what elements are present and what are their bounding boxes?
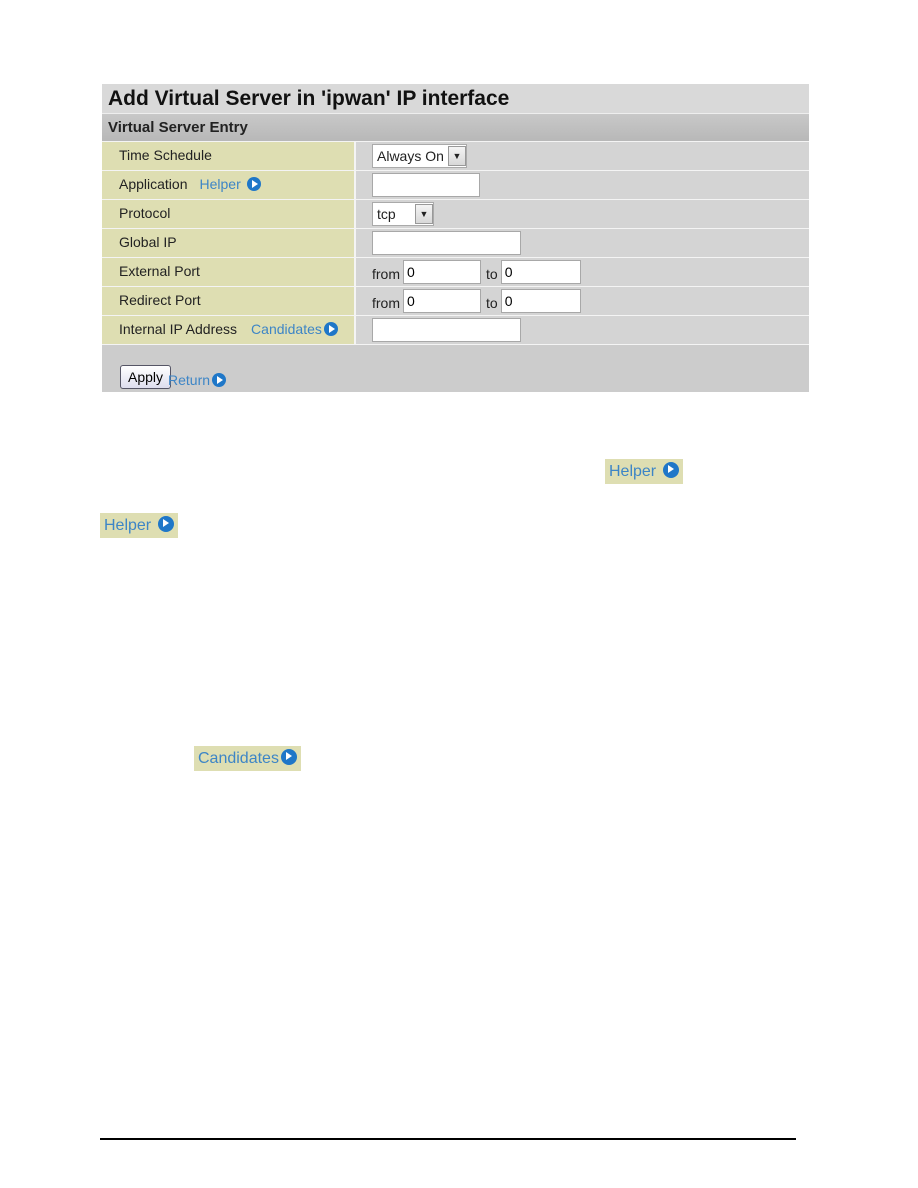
- row-protocol: Protocol tcp ▼: [102, 199, 809, 228]
- virtual-server-form: Add Virtual Server in 'ipwan' IP interfa…: [102, 84, 809, 392]
- arrow-right-icon: [662, 462, 679, 478]
- label: Time Schedule: [102, 142, 356, 170]
- section-header: Virtual Server Entry: [102, 114, 809, 141]
- candidates-link[interactable]: Candidates: [251, 321, 338, 337]
- row-global-ip: Global IP: [102, 228, 809, 257]
- helper-link[interactable]: Helper: [200, 176, 261, 192]
- redirect-port-to-input[interactable]: [500, 289, 581, 313]
- label: Application: [119, 176, 188, 192]
- row-external-port: External Port from to: [102, 257, 809, 286]
- link-text: Helper: [199, 176, 241, 192]
- callout-text: Helper: [609, 463, 657, 480]
- return-link[interactable]: Return: [168, 372, 227, 388]
- candidates-callout: Candidates: [194, 746, 301, 771]
- label: Protocol: [102, 200, 356, 228]
- to-label: to: [486, 295, 498, 311]
- label: External Port: [102, 258, 356, 286]
- chevron-down-icon: ▼: [415, 204, 433, 224]
- callout-text: Helper: [104, 517, 152, 534]
- label: Redirect Port: [102, 287, 356, 315]
- to-label: to: [486, 266, 498, 282]
- from-label: from: [372, 295, 400, 311]
- from-label: from: [372, 266, 400, 282]
- internal-ip-input[interactable]: [372, 318, 521, 342]
- helper-callout: Helper: [605, 459, 683, 484]
- global-ip-input[interactable]: [372, 231, 521, 255]
- apply-button[interactable]: Apply: [120, 365, 172, 389]
- link-text: Return: [168, 372, 211, 388]
- label: Global IP: [102, 229, 356, 257]
- label-cell: Internal IP Address Candidates: [102, 316, 356, 344]
- row-redirect-port: Redirect Port from to: [102, 286, 809, 315]
- protocol-select[interactable]: tcp ▼: [372, 202, 434, 226]
- link-text: Candidates: [251, 321, 322, 337]
- selected-value: Always On: [377, 148, 444, 164]
- arrow-right-icon: [246, 177, 261, 191]
- row-internal-ip: Internal IP Address Candidates: [102, 315, 809, 344]
- form-footer: Apply Return: [102, 344, 809, 392]
- arrow-right-icon: [157, 516, 174, 532]
- callout-text: Candidates: [198, 750, 279, 767]
- row-application: Application Helper: [102, 170, 809, 199]
- label-cell: Application Helper: [102, 171, 356, 199]
- selected-value: tcp: [377, 206, 396, 222]
- helper-callout: Helper: [100, 513, 178, 538]
- arrow-right-icon: [280, 749, 297, 765]
- time-schedule-select[interactable]: Always On ▼: [372, 144, 467, 168]
- arrow-right-icon: [323, 322, 338, 336]
- external-port-from-input[interactable]: [403, 260, 481, 284]
- external-port-to-input[interactable]: [500, 260, 581, 284]
- page-title: Add Virtual Server in 'ipwan' IP interfa…: [102, 84, 809, 114]
- application-input[interactable]: [372, 173, 480, 197]
- chevron-down-icon: ▼: [447, 146, 466, 166]
- redirect-port-from-input[interactable]: [403, 289, 481, 313]
- footer-rule: [100, 1138, 796, 1140]
- row-time-schedule: Time Schedule Always On ▼: [102, 141, 809, 170]
- label: Internal IP Address: [119, 321, 238, 337]
- arrow-right-icon: [212, 373, 227, 387]
